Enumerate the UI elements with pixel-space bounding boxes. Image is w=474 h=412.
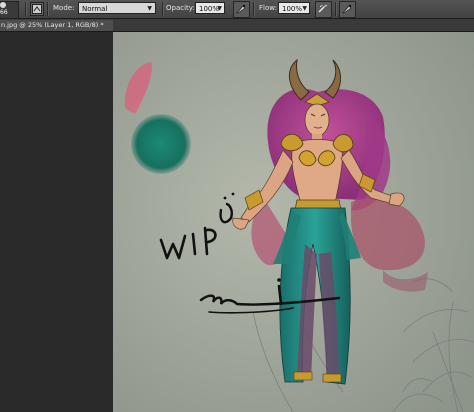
airbrush-button[interactable] bbox=[315, 1, 332, 18]
opacity-value: 100% bbox=[199, 5, 220, 13]
left-anklet bbox=[293, 371, 313, 381]
document-tab-bar: n.jpg @ 25% (Layer 1, RGB/8) * bbox=[0, 19, 474, 32]
pen-pressure-icon bbox=[342, 4, 352, 14]
torso bbox=[291, 139, 343, 205]
separator bbox=[25, 2, 27, 16]
separator bbox=[335, 2, 337, 16]
opacity-label: Opacity: bbox=[166, 4, 195, 12]
flow-value: 100% bbox=[282, 5, 303, 13]
flow-label: Flow: bbox=[259, 4, 277, 12]
document-canvas[interactable] bbox=[113, 32, 474, 412]
pressure-opacity-button[interactable] bbox=[233, 1, 250, 18]
document-tab[interactable]: n.jpg @ 25% (Layer 1, RGB/8) * bbox=[0, 20, 113, 31]
blend-mode-value: Normal bbox=[82, 5, 108, 13]
right-anklet bbox=[322, 373, 342, 383]
options-bar: 66 Mode: Normal ▼ Opacity: 100% ▼ Flow: … bbox=[0, 0, 474, 19]
brush-tip-icon bbox=[0, 2, 6, 8]
teal-color-swatch bbox=[131, 114, 191, 174]
chevron-down-icon: ▼ bbox=[217, 5, 222, 12]
separator bbox=[253, 2, 255, 16]
document-tab-title: n.jpg @ 25% (Layer 1, RGB/8) * bbox=[1, 21, 104, 29]
airbrush-icon bbox=[318, 4, 328, 13]
brush-preset-picker[interactable]: 66 bbox=[0, 1, 19, 19]
face bbox=[304, 103, 330, 137]
mode-label: Mode: bbox=[53, 4, 75, 12]
flow-field[interactable]: 100% ▼ bbox=[278, 2, 310, 14]
brush-size-value: 66 bbox=[0, 9, 8, 16]
separator bbox=[47, 2, 49, 16]
blend-mode-select[interactable]: Normal ▼ bbox=[78, 2, 156, 14]
pasteboard bbox=[0, 32, 113, 412]
brush-panel-toggle-button[interactable] bbox=[30, 2, 44, 16]
opacity-field[interactable]: 100% ▼ bbox=[195, 2, 225, 14]
pressure-size-button[interactable] bbox=[339, 1, 356, 18]
separator bbox=[162, 2, 164, 16]
pen-pressure-icon bbox=[236, 4, 246, 14]
brush-panel-icon bbox=[32, 4, 42, 14]
chevron-down-icon: ▼ bbox=[302, 5, 307, 12]
chevron-down-icon: ▼ bbox=[147, 5, 152, 12]
painting-artwork bbox=[113, 32, 474, 412]
